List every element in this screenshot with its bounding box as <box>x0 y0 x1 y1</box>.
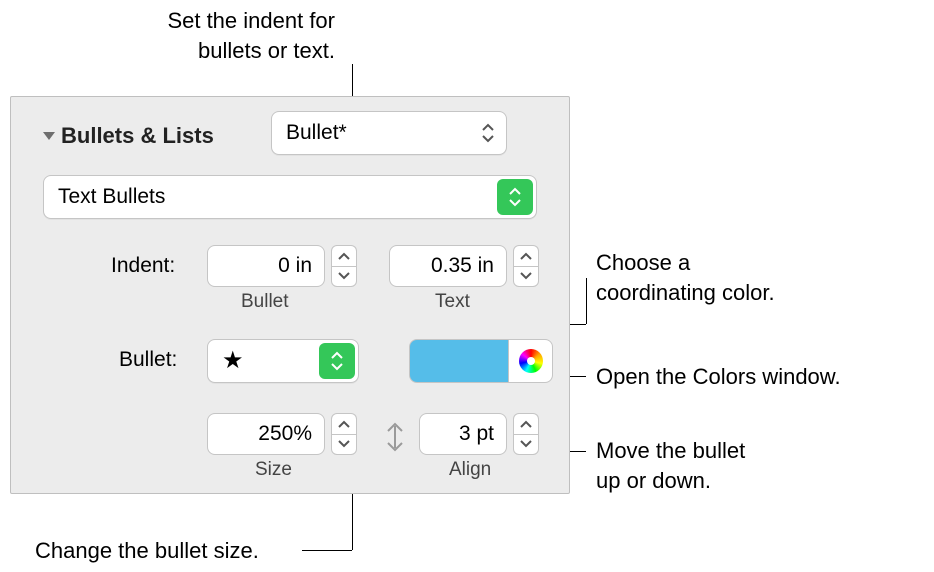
bullet-size-stepper[interactable] <box>331 413 357 455</box>
star-icon: ★ <box>222 349 244 373</box>
callout-indent: Set the indent for bullets or text. <box>75 6 335 65</box>
bullet-type-value: Text Bullets <box>58 185 165 209</box>
bullet-color-controls <box>409 339 553 383</box>
color-swatch[interactable] <box>409 339 509 383</box>
callout-size: Change the bullet size. <box>35 536 259 566</box>
size-sublabel: Size <box>255 459 292 481</box>
section-header[interactable]: Bullets & Lists <box>43 123 214 149</box>
bullet-size-field[interactable]: 250% <box>207 413 325 455</box>
callout-color-wheel: Open the Colors window. <box>596 362 841 392</box>
text-indent-stepper[interactable] <box>513 245 539 287</box>
align-sublabel: Align <box>449 459 491 481</box>
bullet-type-popup[interactable]: Text Bullets <box>43 175 537 219</box>
disclosure-triangle-icon[interactable] <box>43 132 55 140</box>
bullet-indent-stepper[interactable] <box>331 245 357 287</box>
stepper-down[interactable] <box>513 434 539 456</box>
bullet-label: Bullet: <box>119 348 177 372</box>
popup-arrow-cap <box>319 343 355 379</box>
bullet-character-popup[interactable]: ★ <box>207 339 359 383</box>
vertical-resize-icon[interactable] <box>383 419 407 455</box>
section-title: Bullets & Lists <box>61 123 214 149</box>
bullet-align-stepper[interactable] <box>513 413 539 455</box>
stepper-up[interactable] <box>513 413 539 434</box>
stepper-up[interactable] <box>513 245 539 266</box>
popup-arrow-cap <box>497 179 533 215</box>
indent-label: Indent: <box>111 254 175 278</box>
stepper-down[interactable] <box>513 266 539 288</box>
leader-line <box>586 278 587 324</box>
text-indent-field[interactable]: 0.35 in <box>389 245 507 287</box>
callout-color-swatch: Choose a coordinating color. <box>596 248 926 307</box>
stepper-up[interactable] <box>331 413 357 434</box>
callout-align: Move the bullet up or down. <box>596 436 836 495</box>
bullet-align-field[interactable]: 3 pt <box>419 413 507 455</box>
list-style-value: Bullet* <box>286 121 347 145</box>
stepper-down[interactable] <box>331 266 357 288</box>
color-wheel-button[interactable] <box>509 339 553 383</box>
list-style-popup[interactable]: Bullet* <box>271 111 507 155</box>
stepper-down[interactable] <box>331 434 357 456</box>
text-indent-sublabel: Text <box>435 291 470 313</box>
bullet-indent-field[interactable]: 0 in <box>207 245 325 287</box>
bullets-lists-panel: Bullets & Lists Bullet* Text Bullets Ind… <box>10 96 570 494</box>
leader-line <box>302 550 352 551</box>
color-wheel-icon <box>519 349 543 373</box>
bullet-indent-sublabel: Bullet <box>241 291 289 313</box>
stepper-up[interactable] <box>331 245 357 266</box>
chevrons-icon <box>480 122 496 144</box>
